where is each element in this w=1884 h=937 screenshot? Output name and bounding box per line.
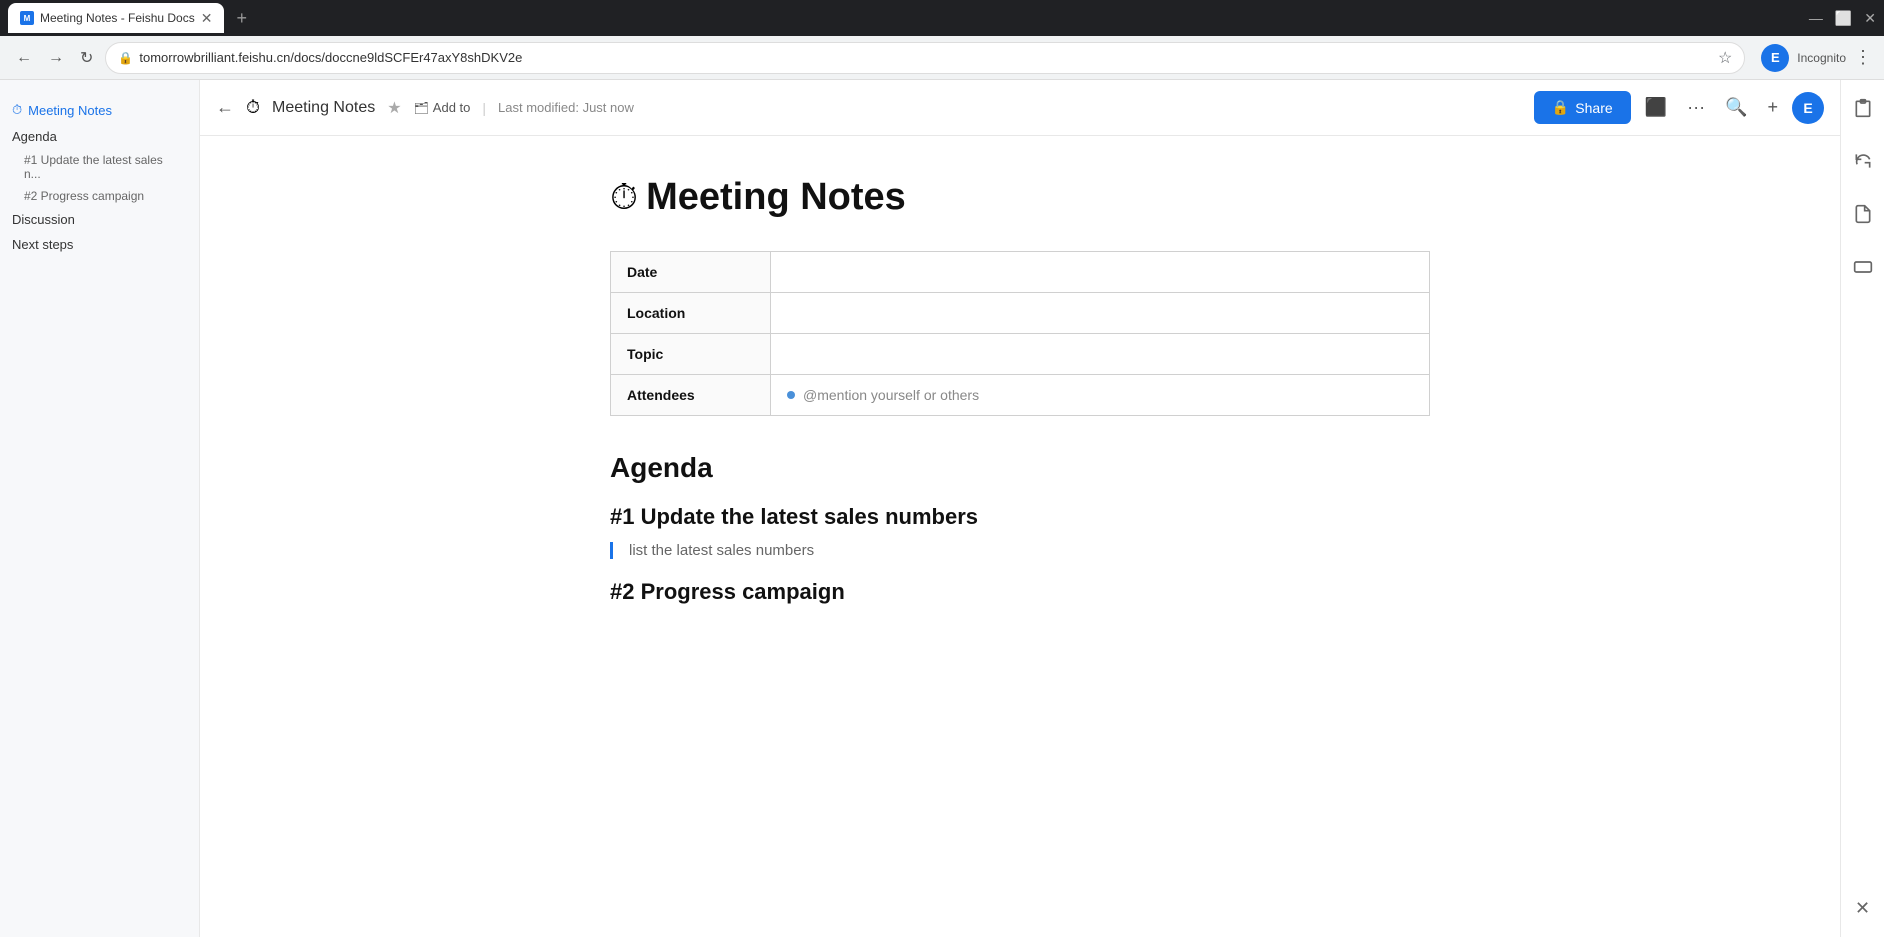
user-avatar[interactable]: E [1792, 92, 1824, 124]
browser-menu-button[interactable]: ⋮ [1854, 47, 1872, 68]
header-doc-title: Meeting Notes [272, 99, 375, 117]
attendee-hint-text: @mention yourself or others [803, 387, 979, 403]
agenda-item1-text: list the latest sales numbers [629, 542, 814, 559]
table-value-location[interactable] [771, 293, 1430, 334]
header-separator: | [482, 100, 486, 116]
address-bar-container: ← → ↻ 🔒 tomorrowbrilliant.feishu.cn/docs… [0, 36, 1884, 80]
bullet-dot [787, 391, 795, 399]
agenda-heading: Agenda [610, 452, 1430, 484]
attendee-placeholder: @mention yourself or others [787, 387, 1413, 403]
sidebar-agenda1-label: #1 Update the latest sales n... [24, 153, 163, 181]
browser-tab[interactable]: M Meeting Notes - Feishu Docs ✕ [8, 3, 224, 33]
right-panel-icon-refresh[interactable] [1847, 145, 1879, 182]
table-row-location: Location [611, 293, 1430, 334]
table-row-topic: Topic [611, 334, 1430, 375]
table-value-attendees[interactable]: @mention yourself or others [771, 375, 1430, 416]
header-actions: 🔒 Share ⬛ ··· 🔍 + E [1534, 91, 1824, 124]
tab-favicon: M [20, 11, 34, 25]
agenda-item1-heading: #1 Update the latest sales numbers [610, 504, 1430, 530]
share-button[interactable]: 🔒 Share [1534, 91, 1631, 124]
star-button[interactable]: ★ [387, 98, 401, 118]
share-icon: 🔒 [1552, 99, 1569, 116]
more-options-button[interactable]: ··· [1681, 91, 1711, 124]
doc-title: Meeting Notes [646, 176, 906, 219]
table-label-attendees: Attendees [611, 375, 771, 416]
table-value-date[interactable] [771, 252, 1430, 293]
table-row-date: Date [611, 252, 1430, 293]
header-back-button[interactable]: ← [216, 97, 234, 118]
back-nav-button[interactable]: ← [12, 45, 36, 71]
right-panel-icon-keyboard[interactable] [1847, 251, 1879, 288]
doc-heading-icon: ⏱ [610, 176, 638, 219]
sidebar-next-steps-label: Next steps [12, 237, 73, 252]
incognito-label: Incognito [1797, 51, 1846, 65]
forward-nav-button[interactable]: → [44, 45, 68, 71]
sidebar-item-agenda1[interactable]: #1 Update the latest sales n... [0, 149, 199, 185]
profile-area: E Incognito ⋮ [1761, 44, 1872, 72]
maximize-button[interactable]: ⬜ [1835, 10, 1852, 27]
sidebar-item-meeting-notes[interactable]: ⏱ Meeting Notes [0, 96, 199, 124]
app-header: ← ⏱ Meeting Notes ★ 🗂 Add to | Last modi… [200, 80, 1840, 136]
tab-title: Meeting Notes - Feishu Docs [40, 11, 195, 25]
url-bar[interactable]: 🔒 tomorrowbrilliant.feishu.cn/docs/doccn… [105, 42, 1745, 74]
profile-avatar[interactable]: E [1761, 44, 1789, 72]
info-table: Date Location Topic Attendees [610, 251, 1430, 416]
sidebar-item-discussion[interactable]: Discussion [0, 207, 199, 232]
sidebar-clock-icon: ⏱ [12, 102, 22, 118]
close-panel-button[interactable]: ✕ [1849, 892, 1876, 925]
minimize-button[interactable]: — [1809, 10, 1823, 27]
header-doc-icon: ⏱ [246, 97, 260, 118]
reload-button[interactable]: ↻ [76, 44, 97, 72]
table-label-topic: Topic [611, 334, 771, 375]
right-panel: ✕ [1840, 80, 1884, 937]
main-content: ⏱ Meeting Notes Date Location [200, 136, 1840, 937]
doc-body: ⏱ Meeting Notes Date Location [590, 176, 1450, 617]
tab-close-button[interactable]: ✕ [201, 11, 213, 25]
right-panel-icon-clipboard[interactable] [1847, 92, 1879, 129]
app-container: ⏱ Meeting Notes Agenda #1 Update the lat… [0, 80, 1884, 937]
zoom-button[interactable]: + [1761, 91, 1784, 124]
lock-icon: 🔒 [118, 51, 133, 65]
window-controls: — ⬜ ✕ [1809, 10, 1876, 27]
close-window-button[interactable]: ✕ [1864, 10, 1876, 27]
url-text: tomorrowbrilliant.feishu.cn/docs/doccne9… [139, 50, 522, 65]
add-to-button[interactable]: 🗂 Add to [414, 100, 471, 115]
share-label: Share [1575, 100, 1612, 116]
sidebar-agenda2-label: #2 Progress campaign [24, 189, 144, 203]
sidebar-discussion-label: Discussion [12, 212, 75, 227]
sidebar-agenda-label: Agenda [12, 129, 57, 144]
sidebar-item-next-steps[interactable]: Next steps [0, 232, 199, 257]
folder-icon: 🗂 [414, 101, 429, 115]
search-button[interactable]: 🔍 [1719, 91, 1753, 124]
sidebar: ⏱ Meeting Notes Agenda #1 Update the lat… [0, 80, 200, 937]
table-label-location: Location [611, 293, 771, 334]
browser-titlebar: M Meeting Notes - Feishu Docs ✕ + — ⬜ ✕ [0, 0, 1884, 36]
modified-label: Last modified: Just now [498, 100, 634, 115]
agenda-item2-heading: #2 Progress campaign [610, 579, 1430, 605]
present-button[interactable]: ⬛ [1639, 91, 1673, 124]
bookmark-button[interactable]: ☆ [1718, 48, 1732, 68]
table-label-date: Date [611, 252, 771, 293]
add-to-label: Add to [433, 100, 471, 115]
new-tab-button[interactable]: + [236, 8, 247, 29]
sidebar-item-agenda2[interactable]: #2 Progress campaign [0, 185, 199, 207]
table-row-attendees: Attendees @mention yourself or others [611, 375, 1430, 416]
agenda-item1-body[interactable]: list the latest sales numbers [610, 542, 1430, 559]
sidebar-item-agenda[interactable]: Agenda [0, 124, 199, 149]
sidebar-meeting-notes-label: Meeting Notes [28, 103, 112, 118]
doc-heading: ⏱ Meeting Notes [610, 176, 1430, 219]
right-panel-icon-document[interactable] [1847, 198, 1879, 235]
close-bottom-area: ✕ [1849, 892, 1876, 925]
table-value-topic[interactable] [771, 334, 1430, 375]
